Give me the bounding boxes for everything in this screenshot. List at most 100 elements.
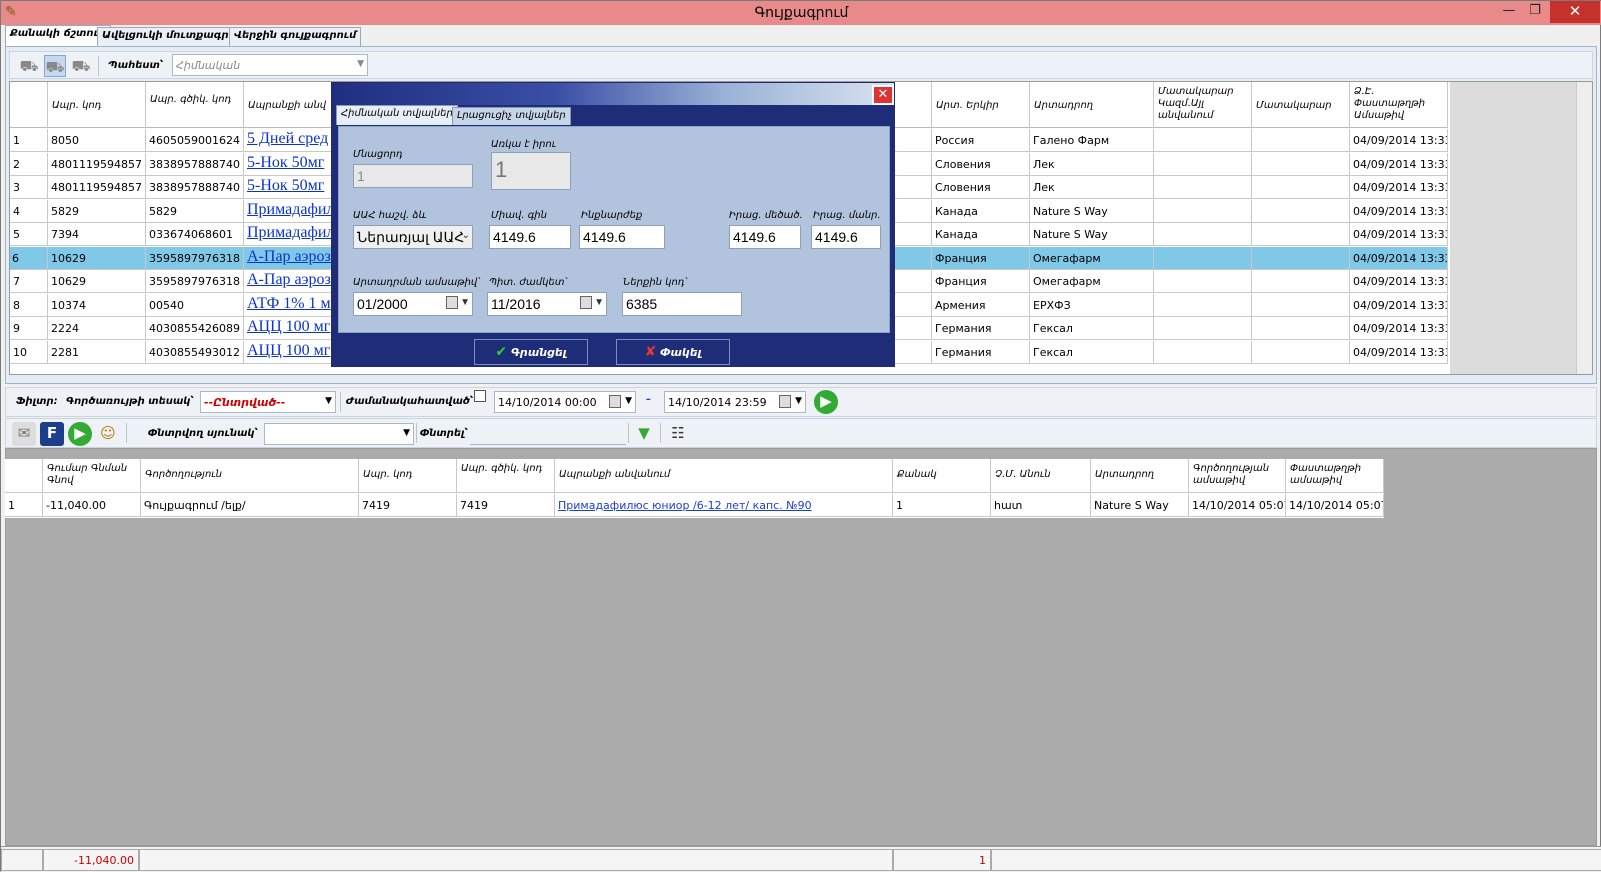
header-barcode[interactable]: Ապր. գծիկ. կոդ (146, 82, 244, 128)
period-checkbox[interactable] (474, 390, 486, 402)
vat-value: Ներառյալ ԱԱՀ (357, 229, 465, 245)
cell-supplier-alt-name (1154, 270, 1252, 293)
internal-code-field[interactable]: 6385 (622, 292, 742, 316)
dialog-close-button[interactable]: ✕ (872, 85, 894, 105)
retail-field[interactable]: 4149.6 (811, 225, 881, 249)
row-number: 5 (10, 223, 48, 246)
tab-quantity-correction[interactable]: Քանակի ճշտում (5, 25, 112, 47)
close-dialog-button[interactable]: ✘ Փակել (616, 339, 730, 365)
chevron-down-icon: ⌄ (461, 230, 470, 241)
minimize-button[interactable]: — (1496, 1, 1522, 23)
header-unit[interactable]: Չ.Մ. Անուն (991, 459, 1091, 493)
cell-supplier (1252, 129, 1350, 152)
export-icon[interactable]: ✉ (12, 422, 36, 446)
cell-product-name[interactable]: Примадафилюс юниор /6-12 лет/ капс. №90 (555, 494, 893, 517)
header-manufacturer[interactable]: Արտադրող (1030, 82, 1154, 128)
play-icon[interactable]: ▶ (68, 422, 92, 446)
tab-main-data[interactable]: Հիմնական տվյալներ (336, 105, 458, 125)
header-country[interactable]: Արտ. Երկիր (932, 82, 1030, 128)
cell-manufacturer: ЕРХФЗ (1030, 293, 1154, 317)
unit-price-field[interactable]: 4149.6 (489, 225, 571, 249)
cell-code: 10629 (48, 270, 146, 293)
report-icon[interactable]: F (40, 422, 64, 446)
cell-barcode: 3595897976318 (146, 270, 244, 293)
cell-supplier-alt-name (1154, 293, 1252, 317)
status-bar: -11,040.00 1 (1, 846, 1601, 872)
hierarchy-icon[interactable]: ☷ (666, 422, 690, 446)
cell-country: Канада (932, 223, 1030, 246)
table-row[interactable]: 1 -11,040.00 Գույքագրում /ելք/7419 7419 Прим… (5, 494, 1384, 517)
filter-bar: Ֆիլտր: Գործառույթի տեսակ՝ --Ընտրված-- ▼ Ժ… (5, 387, 1597, 417)
expiry-field[interactable]: 11/2016 ▼ (487, 292, 607, 316)
search-input[interactable] (470, 423, 626, 445)
header-document-date[interactable]: Փաստաթղթի ամսաթիվ (1286, 459, 1384, 493)
header-document-date[interactable]: Ձ.Է. Փաստաթղթի Ամսաթիվ (1350, 82, 1448, 128)
cell-supplier (1252, 223, 1350, 246)
vat-select[interactable]: Ներառյալ ԱԱՀ ⌄ (353, 225, 473, 249)
header-supplier[interactable]: Մատակարար (1252, 82, 1350, 128)
chevron-down-icon[interactable]: ▼ (795, 396, 802, 406)
status-total-sum: -11,040.00 (43, 849, 139, 871)
wholesale-field[interactable]: 4149.6 (729, 225, 801, 249)
date-to-field[interactable]: 14/10/2014 23:59 ▼ (664, 391, 806, 413)
header-rownum (5, 459, 43, 493)
users-icon[interactable]: ☺ (96, 422, 120, 446)
title-bar: ✎ Գույքագրում — ❐ ✕ (1, 1, 1601, 25)
header-supplier-alt-name[interactable]: Մատակարար Կազմ.Այլ անվանում (1154, 82, 1252, 128)
play-icon[interactable]: ▶ (814, 390, 838, 414)
toolbar-divider (628, 423, 629, 443)
header-operation-date[interactable]: Գործողության ամսաթիվ (1189, 459, 1286, 493)
header-code[interactable]: Ապր. կոդ (359, 459, 457, 493)
header-code[interactable]: Ապր. կոդ (48, 82, 146, 128)
edit-dialog: ✕ Հիմնական տվյալներ Լրացուցիչ տվյալներ Մ… (331, 82, 895, 367)
actual-field[interactable]: 1 (491, 152, 571, 190)
date-from-field[interactable]: 14/10/2014 00:00 ▼ (494, 391, 636, 413)
save-button[interactable]: ✔ Գրանցել (474, 339, 588, 365)
chevron-down-icon[interactable]: ▼ (594, 297, 604, 308)
retail-label: Իրաց. մանր. (813, 210, 881, 221)
chevron-down-icon[interactable]: ▼ (625, 396, 632, 406)
operation-type-label: Գործառույթի տեսակ՝ (66, 396, 194, 407)
filter-icon[interactable]: ▼ (632, 422, 656, 446)
warehouse-select[interactable]: Հիմնական ▼ (172, 54, 368, 76)
cell-barcode: 3595897976318 (146, 246, 244, 270)
maximize-button[interactable]: ❐ (1522, 1, 1548, 23)
calendar-icon[interactable] (609, 395, 621, 408)
header-product-name[interactable]: Ապրանքի անվանում (555, 459, 893, 493)
calendar-icon[interactable] (779, 395, 791, 408)
header-barcode[interactable]: Ապր. գծիկ. կոդ (457, 459, 555, 493)
cell-barcode: 4605059001624 (146, 129, 244, 152)
pharmacy-icon[interactable]: ⛟ (18, 55, 40, 77)
tab-extra-data[interactable]: Լրացուցիչ տվյալներ (452, 107, 571, 125)
date-to-value: 14/10/2014 23:59 (668, 396, 767, 409)
close-button[interactable]: ✕ (1550, 1, 1600, 23)
header-sum[interactable]: Գումար Գնման Գնով (43, 459, 141, 493)
cell-document-date: 04/09/2014 13:33 (1350, 223, 1448, 246)
vertical-scrollbar[interactable] (1576, 82, 1592, 374)
calendar-icon[interactable] (580, 296, 592, 309)
cell-manufacturer: Гексал (1030, 340, 1154, 364)
pharmacy-alt-icon[interactable]: ⛟ (70, 55, 92, 77)
toolbar-top: ⛟ ⛟ ⛟ Պահեստ՝ Հիմնական ▼ (9, 51, 1593, 79)
status-cell-empty (139, 849, 893, 871)
production-date-field[interactable]: 01/2000 ▼ (353, 292, 473, 316)
cost-field[interactable]: 4149.6 (579, 225, 665, 249)
cell-document-date: 04/09/2014 13:33 (1350, 176, 1448, 199)
header-quantity[interactable]: Քանակ (893, 459, 991, 493)
history-grid: Գումար Գնման Գնով Գործողություն Ապր. կոդ… (5, 459, 1384, 518)
tab-last-inventory[interactable]: Վերջին գույքագրում (229, 27, 362, 46)
pharmacy-selected-icon[interactable]: ⛟ (44, 55, 66, 77)
operation-type-value: --Ընտրված-- (204, 396, 286, 409)
chevron-down-icon[interactable]: ▼ (460, 297, 470, 308)
header-manufacturer[interactable]: Արտադրող (1091, 459, 1189, 493)
header-operation[interactable]: Գործողություն (141, 459, 359, 493)
search-column-select[interactable]: ▼ (264, 423, 414, 445)
cell-country: Франция (932, 270, 1030, 293)
cell-sum: -11,040.00 (43, 494, 141, 517)
cell-document-date: 04/09/2014 13:33 (1350, 317, 1448, 340)
calendar-icon[interactable] (446, 296, 458, 309)
app-window: ✎ Գույքագրում — ❐ ✕ Քանակի ճշտում Ավելցո… (0, 0, 1601, 872)
operation-type-select[interactable]: --Ընտրված-- ▼ (200, 391, 336, 413)
checkmark-icon: ✔ (495, 344, 508, 360)
toolbar-divider (340, 392, 341, 412)
